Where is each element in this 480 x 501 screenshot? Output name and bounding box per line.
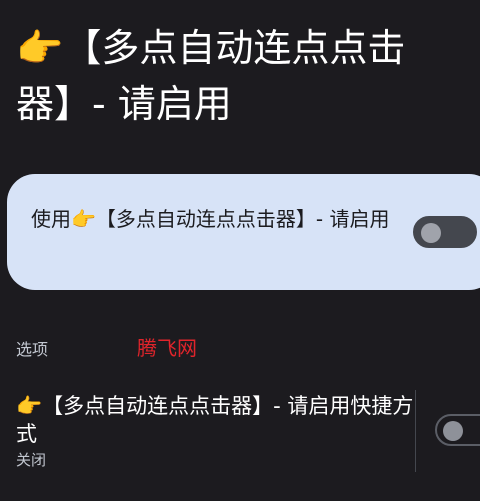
shortcut-preference[interactable]: 👉【多点自动连点点击器】- 请启用快捷方式 关闭	[0, 386, 480, 476]
section-header-options: 选项	[16, 340, 49, 359]
back-button[interactable]	[8, 0, 28, 6]
shortcut-preference-summary: 关闭	[16, 451, 47, 469]
main-switch-label: 使用👉【多点自动连点点击器】- 请启用	[31, 207, 390, 231]
shortcut-toggle[interactable]	[435, 414, 480, 446]
vertical-divider	[415, 390, 416, 472]
main-switch-card[interactable]: 使用👉【多点自动连点点击器】- 请启用	[7, 174, 480, 290]
shortcut-preference-title: 👉【多点自动连点点击器】- 请启用快捷方式	[16, 394, 414, 446]
watermark-text: 腾飞网	[137, 336, 197, 360]
accessibility-settings-page: 👉【多点自动连点点击器】- 请启用 使用👉【多点自动连点点击器】- 请启用 选项…	[0, 0, 480, 501]
main-switch-toggle[interactable]	[413, 216, 477, 248]
page-title: 👉【多点自动连点点击器】- 请启用	[16, 26, 406, 126]
toggle-thumb	[443, 421, 463, 441]
chevron-left-icon	[8, 0, 28, 6]
toggle-thumb	[421, 223, 441, 243]
